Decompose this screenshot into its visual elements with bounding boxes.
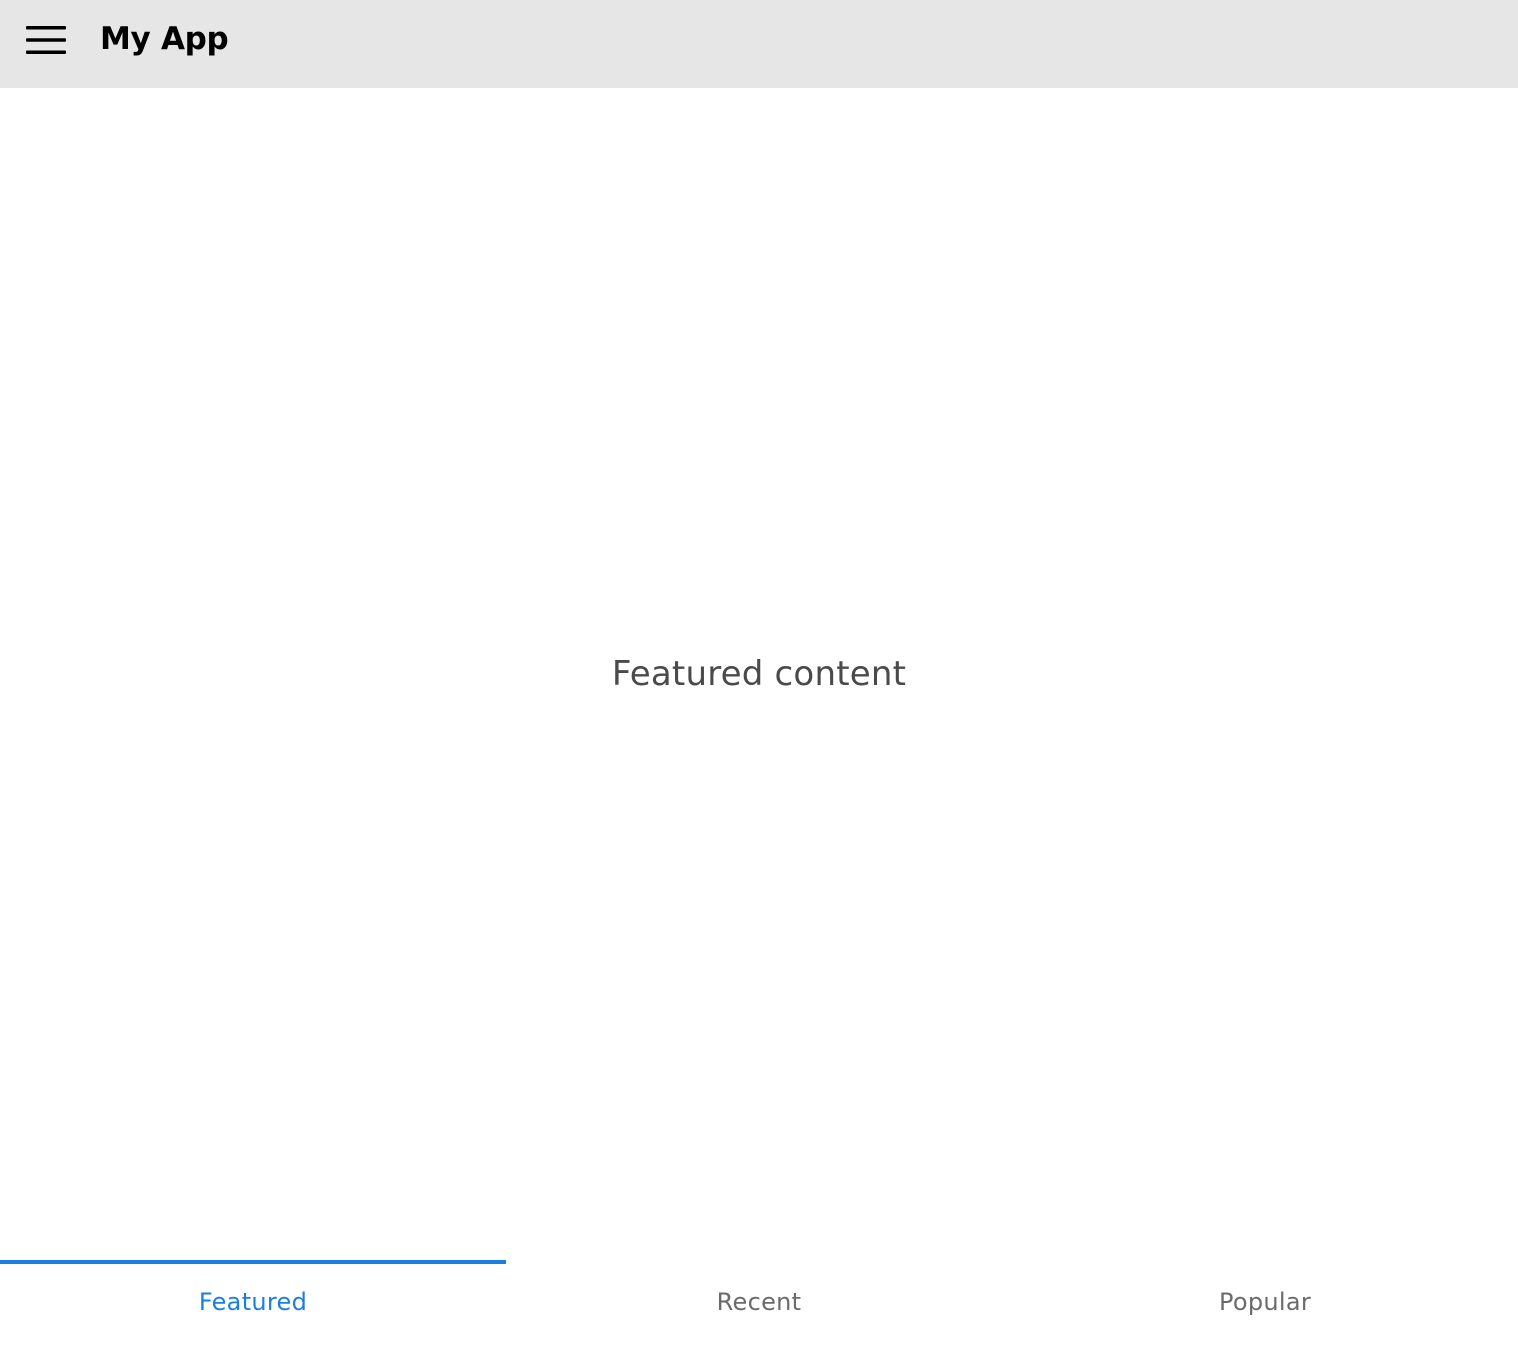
app-bar: My App (0, 0, 1518, 88)
tab-popular[interactable]: Popular (1012, 1260, 1518, 1350)
tab-label: Popular (1218, 1288, 1312, 1316)
app-title: My App (100, 21, 229, 57)
app-window: My App Featured content Featured Recent … (0, 0, 1518, 1350)
tab-featured[interactable]: Featured (0, 1260, 506, 1350)
tab-content-area: Featured content (0, 88, 1518, 1260)
tab-recent[interactable]: Recent (506, 1260, 1012, 1350)
bottom-tab-bar: Featured Recent Popular (0, 1260, 1518, 1350)
active-tab-indicator (0, 1260, 506, 1264)
content-placeholder-text: Featured content (611, 654, 907, 694)
hamburger-menu-icon (26, 26, 66, 54)
tab-label: Featured (198, 1288, 308, 1316)
menu-button[interactable] (16, 14, 76, 66)
tab-label: Recent (716, 1288, 802, 1316)
